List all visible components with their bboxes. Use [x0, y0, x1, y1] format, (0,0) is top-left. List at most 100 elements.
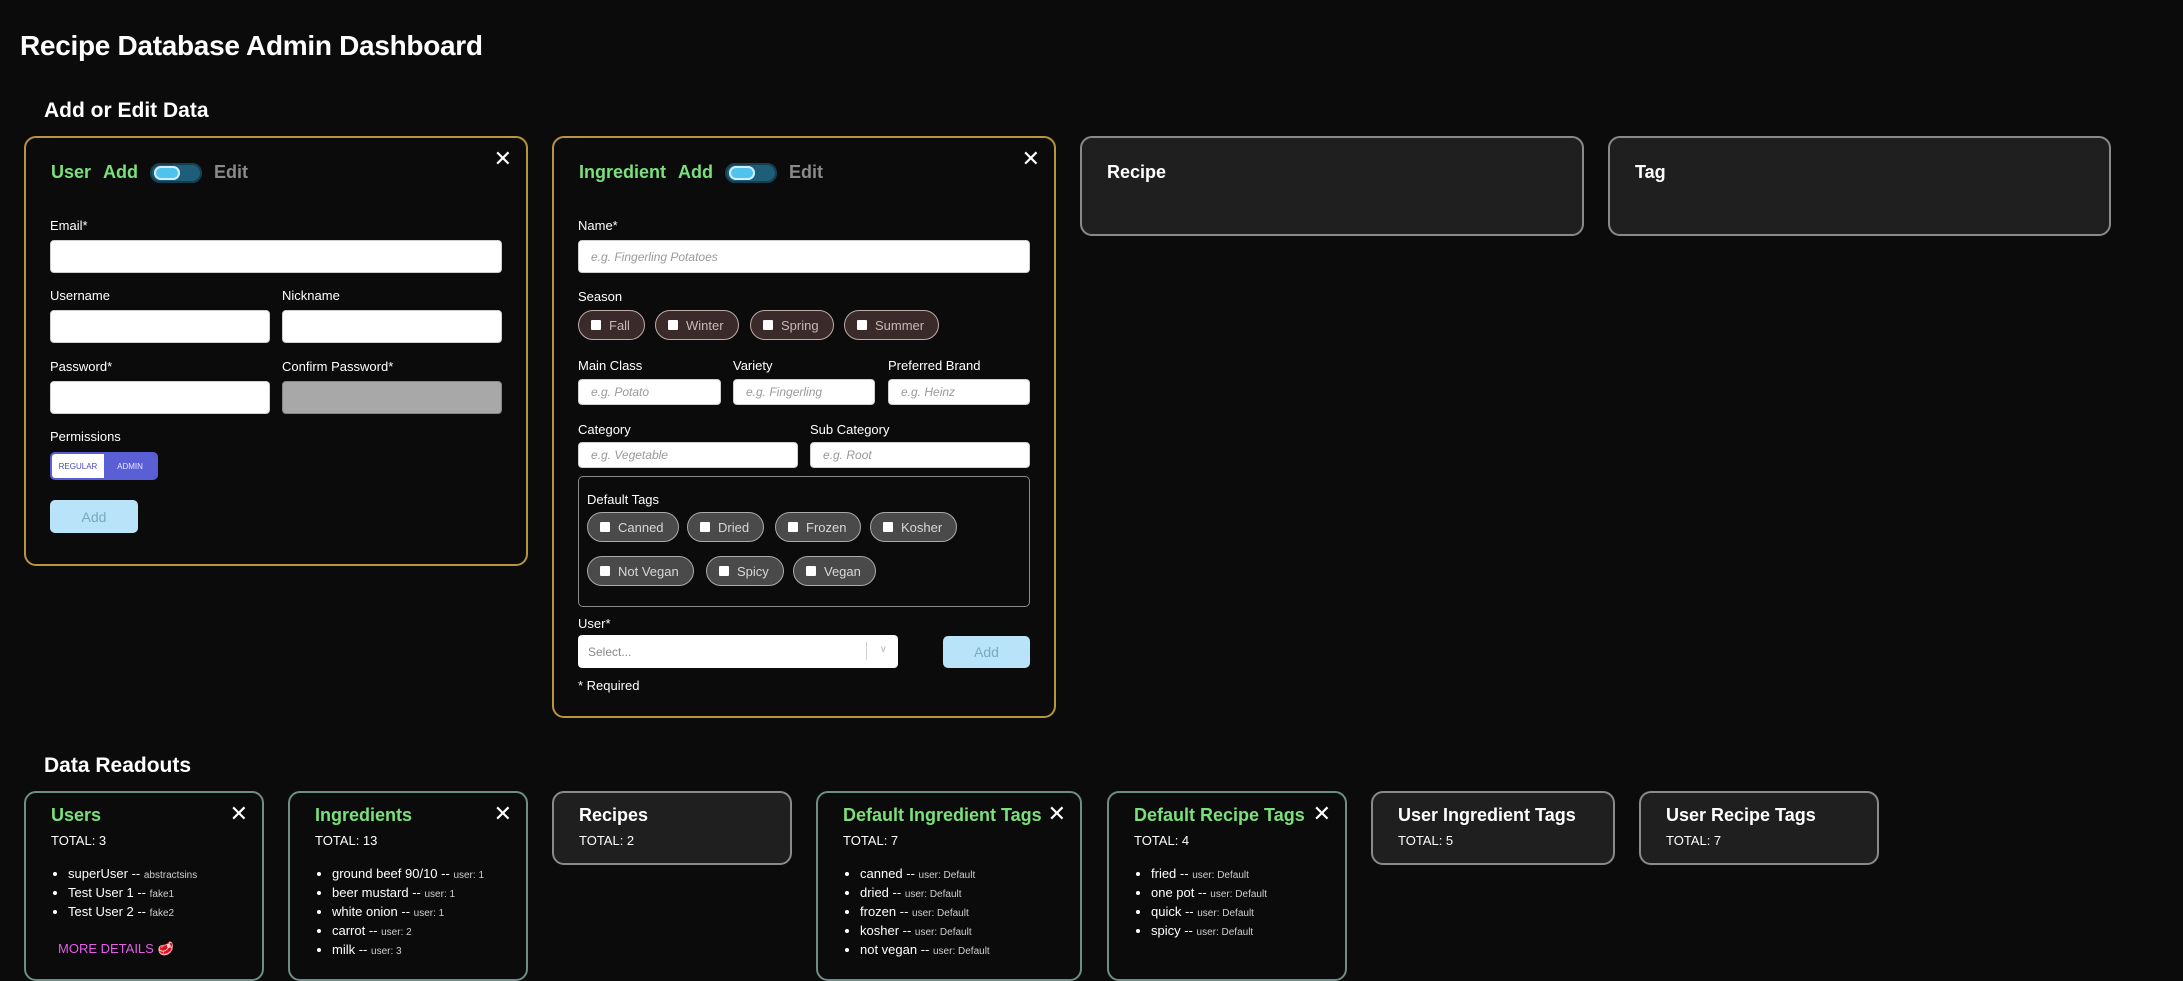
list-item: fried -- user: Default [1151, 865, 1267, 884]
tag-chip-not-vegan[interactable]: Not Vegan [587, 556, 694, 586]
main-class-input[interactable]: e.g. Potato [578, 379, 721, 405]
user-ingredient-tags-card[interactable]: User Ingredient Tags TOTAL: 5 [1371, 791, 1615, 865]
add-edit-toggle[interactable] [150, 162, 203, 183]
list-item: milk -- user: 3 [332, 941, 484, 960]
list-item: dried -- user: Default [860, 884, 990, 903]
list-item: not vegan -- user: Default [860, 941, 990, 960]
user-ingredient-tags-title: User Ingredient Tags [1398, 805, 1576, 825]
confirm-password-label: Confirm Password* [282, 359, 394, 374]
close-icon[interactable]: ✕ [1313, 803, 1331, 825]
user-recipe-tags-title: User Recipe Tags [1666, 805, 1816, 825]
close-icon[interactable]: ✕ [1022, 148, 1040, 170]
toggle-knob [154, 165, 181, 180]
category-input[interactable]: e.g. Vegetable [578, 442, 798, 468]
add-user-button[interactable]: Add [50, 500, 138, 533]
checkbox-icon [600, 566, 610, 576]
ingredients-readout-card: Ingredients ✕ TOTAL: 13 ground beef 90/1… [288, 791, 528, 981]
password-label: Password* [50, 359, 113, 374]
default-recipe-tags-list: fried -- user: Default one pot -- user: … [1134, 865, 1267, 941]
brand-input[interactable]: e.g. Heinz [888, 379, 1030, 405]
category-label: Category [578, 422, 631, 437]
subcategory-input[interactable]: e.g. Root [810, 442, 1030, 468]
add-edit-toggle[interactable] [725, 162, 778, 183]
chevron-down-icon: ∨ [879, 644, 887, 655]
checkbox-icon [857, 320, 867, 330]
user-form-header: User Add Edit [51, 162, 248, 183]
name-input[interactable]: e.g. Fingerling Potatoes [578, 240, 1030, 273]
list-item: carrot -- user: 2 [332, 922, 484, 941]
ingredient-form-header: Ingredient Add Edit [579, 162, 823, 183]
default-tags-box: Default Tags Canned Dried Frozen Kosher … [578, 476, 1030, 607]
nickname-field[interactable] [282, 310, 502, 343]
username-field[interactable] [50, 310, 270, 343]
email-field[interactable] [50, 240, 502, 273]
ingredient-form-title: Ingredient [579, 162, 667, 182]
tag-chip-vegan[interactable]: Vegan [793, 556, 876, 586]
recipe-form-card[interactable]: Recipe [1080, 136, 1584, 236]
tag-label: Kosher [901, 519, 943, 535]
mode-edit-label: Edit [789, 162, 824, 182]
season-chip-summer[interactable]: Summer [844, 310, 940, 340]
close-icon[interactable]: ✕ [494, 148, 512, 170]
list-item: spicy -- user: Default [1151, 922, 1267, 941]
default-ingredient-tags-list: canned -- user: Default dried -- user: D… [843, 865, 990, 960]
list-item: beer mustard -- user: 1 [332, 884, 484, 903]
variety-label: Variety [733, 358, 773, 373]
tag-label: Frozen [806, 519, 847, 535]
recipes-total: TOTAL: 2 [579, 833, 635, 848]
recipes-readout-card[interactable]: Recipes TOTAL: 2 [552, 791, 792, 865]
permissions-toggle[interactable]: REGULAR ADMIN [50, 452, 158, 480]
checkbox-icon [600, 522, 610, 532]
season-label: Season [578, 289, 623, 304]
tag-chip-dried[interactable]: Dried [687, 512, 765, 542]
default-ingredient-tags-total: TOTAL: 7 [843, 833, 899, 848]
default-ingredient-tags-title: Default Ingredient Tags [843, 805, 1042, 825]
user-recipe-tags-card[interactable]: User Recipe Tags TOTAL: 7 [1639, 791, 1879, 865]
tag-label: Dried [718, 519, 750, 535]
user-ingredient-tags-total: TOTAL: 5 [1398, 833, 1454, 848]
permission-admin-option[interactable]: ADMIN [104, 454, 156, 478]
user-form-card: User Add Edit ✕ Email* Username Nickname… [24, 136, 528, 566]
checkbox-icon [806, 566, 816, 576]
season-chip-fall[interactable]: Fall [578, 310, 645, 340]
list-item: white onion -- user: 1 [332, 903, 484, 922]
nickname-label: Nickname [282, 288, 340, 303]
mode-add-label: Add [678, 162, 714, 182]
tag-label: Spicy [737, 563, 769, 579]
toggle-knob [729, 165, 756, 180]
season-chip-winter[interactable]: Winter [655, 310, 739, 340]
variety-input[interactable]: e.g. Fingerling [733, 379, 875, 405]
password-field[interactable] [50, 381, 270, 414]
tag-chip-frozen[interactable]: Frozen [775, 512, 862, 542]
brand-label: Preferred Brand [888, 358, 981, 373]
checkbox-icon [883, 522, 893, 532]
default-tags-label: Default Tags [587, 492, 660, 507]
close-icon[interactable]: ✕ [494, 803, 512, 825]
tag-form-card[interactable]: Tag [1608, 136, 2111, 236]
default-recipe-tags-card: Default Recipe Tags ✕ TOTAL: 4 fried -- … [1107, 791, 1347, 981]
permission-regular-option[interactable]: REGULAR [52, 454, 104, 478]
tag-chip-canned[interactable]: Canned [587, 512, 679, 542]
add-ingredient-button[interactable]: Add [943, 636, 1030, 668]
permissions-label: Permissions [50, 429, 121, 444]
tag-form-title: Tag [1635, 162, 1666, 182]
list-item: canned -- user: Default [860, 865, 990, 884]
ingredients-total: TOTAL: 13 [315, 833, 378, 848]
mode-edit-label: Edit [214, 162, 249, 182]
list-item: frozen -- user: Default [860, 903, 990, 922]
checkbox-icon [788, 522, 798, 532]
user-select[interactable]: Select... ∨ [578, 635, 898, 668]
mode-add-label: Add [103, 162, 139, 182]
main-class-label: Main Class [578, 358, 643, 373]
users-list: superUser -- abstractsins Test User 1 --… [51, 865, 197, 922]
ingredients-list: ground beef 90/10 -- user: 1 beer mustar… [315, 865, 484, 960]
user-form-title: User [51, 162, 92, 182]
season-chip-spring[interactable]: Spring [750, 310, 834, 340]
users-readout-card: Users ✕ TOTAL: 3 superUser -- abstractsi… [24, 791, 264, 981]
tag-chip-kosher[interactable]: Kosher [870, 512, 958, 542]
close-icon[interactable]: ✕ [1048, 803, 1066, 825]
tag-chip-spicy[interactable]: Spicy [706, 556, 784, 586]
section-title-edit: Add or Edit Data [44, 99, 209, 122]
checkbox-icon [591, 320, 601, 330]
close-icon[interactable]: ✕ [230, 803, 248, 825]
